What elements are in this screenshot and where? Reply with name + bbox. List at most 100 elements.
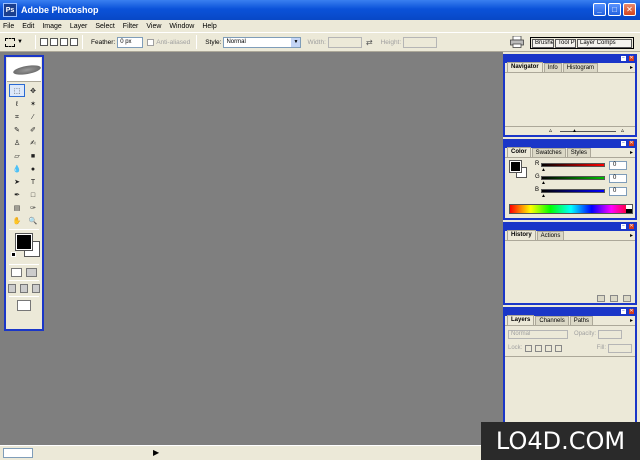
opacity-input[interactable] bbox=[598, 329, 623, 339]
hand-tool[interactable]: ✋ bbox=[9, 214, 25, 227]
full-screen-menu-icon[interactable] bbox=[20, 284, 28, 293]
menu-window[interactable]: Window bbox=[169, 23, 194, 30]
close-button[interactable]: ✕ bbox=[623, 3, 636, 16]
red-channel-slider[interactable] bbox=[541, 163, 605, 167]
notes-tool[interactable]: ▤ bbox=[9, 201, 25, 214]
tab-paths[interactable]: Paths bbox=[569, 316, 594, 325]
height-input[interactable] bbox=[403, 36, 438, 48]
imageready-jump-icon[interactable] bbox=[17, 300, 31, 311]
lock-position-icon[interactable] bbox=[545, 344, 553, 352]
rectangle-shape-tool[interactable]: □ bbox=[25, 188, 41, 201]
menu-image[interactable]: Image bbox=[42, 23, 61, 30]
tab-color[interactable]: Color bbox=[507, 147, 531, 157]
menu-help[interactable]: Help bbox=[202, 23, 216, 30]
tool-preset-picker[interactable]: ▼ bbox=[5, 35, 31, 49]
zoom-slider[interactable] bbox=[560, 131, 616, 132]
blue-channel-slider[interactable] bbox=[541, 189, 605, 193]
maximize-button[interactable]: □ bbox=[608, 3, 621, 16]
close-panel-icon[interactable]: ✕ bbox=[628, 55, 635, 62]
foreground-color-swatch[interactable] bbox=[15, 233, 33, 251]
well-tab-tool-presets[interactable]: Tool P bbox=[555, 38, 576, 48]
tab-actions[interactable]: Actions bbox=[536, 231, 565, 240]
zoom-in-icon[interactable]: ▵ bbox=[621, 127, 624, 134]
add-selection-icon[interactable] bbox=[50, 38, 58, 46]
menu-layer[interactable]: Layer bbox=[70, 23, 88, 30]
color-fg-swatch[interactable] bbox=[509, 160, 522, 173]
blur-tool[interactable]: 💧 bbox=[9, 162, 25, 175]
minimize-panel-icon[interactable]: − bbox=[620, 140, 627, 147]
style-select[interactable]: Normal ▼ bbox=[223, 36, 302, 48]
tab-history[interactable]: History bbox=[507, 230, 536, 240]
red-slider-thumb[interactable]: ▲ bbox=[541, 167, 546, 173]
slice-tool[interactable]: ⁄ bbox=[25, 110, 41, 123]
printer-icon[interactable] bbox=[510, 36, 524, 48]
zoom-level-field[interactable] bbox=[3, 448, 33, 458]
intersect-selection-icon[interactable] bbox=[70, 38, 78, 46]
well-tab-layer-comps[interactable]: Layer Comps bbox=[577, 38, 632, 48]
move-tool[interactable]: ✥ bbox=[25, 84, 41, 97]
lasso-tool[interactable]: ℓ bbox=[9, 97, 25, 110]
new-document-from-state-icon[interactable] bbox=[597, 295, 605, 302]
lock-transparency-icon[interactable] bbox=[525, 344, 533, 352]
close-panel-icon[interactable]: ✕ bbox=[628, 140, 635, 147]
dodge-tool[interactable]: ● bbox=[25, 162, 41, 175]
path-selection-tool[interactable]: ➤ bbox=[9, 175, 25, 188]
full-screen-icon[interactable] bbox=[32, 284, 40, 293]
antialias-checkbox[interactable] bbox=[147, 38, 155, 46]
subtract-selection-icon[interactable] bbox=[60, 38, 68, 46]
red-channel-input[interactable]: 0 bbox=[609, 161, 627, 170]
minimize-button[interactable]: _ bbox=[593, 3, 606, 16]
brush-tool[interactable]: ✐ bbox=[25, 123, 41, 136]
new-selection-icon[interactable] bbox=[40, 38, 48, 46]
trash-icon[interactable] bbox=[623, 295, 631, 302]
color-spectrum-ramp[interactable] bbox=[509, 204, 633, 214]
magic-wand-tool[interactable]: ✶ bbox=[25, 97, 41, 110]
swap-dimensions-icon[interactable]: ⇄ bbox=[366, 38, 373, 47]
tab-swatches[interactable]: Swatches bbox=[531, 148, 566, 157]
menu-filter[interactable]: Filter bbox=[123, 23, 139, 30]
menu-view[interactable]: View bbox=[146, 23, 161, 30]
clone-stamp-tool[interactable]: ♙ bbox=[9, 136, 25, 149]
menu-edit[interactable]: Edit bbox=[22, 23, 34, 30]
workspace-canvas-area[interactable] bbox=[0, 52, 503, 445]
lock-pixels-icon[interactable] bbox=[535, 344, 543, 352]
minimize-panel-icon[interactable]: − bbox=[620, 308, 627, 315]
green-channel-slider[interactable] bbox=[541, 176, 605, 180]
panel-menu-icon[interactable]: ▸ bbox=[630, 232, 633, 239]
panel-menu-icon[interactable]: ▸ bbox=[630, 317, 633, 324]
zoom-tool[interactable]: 🔍 bbox=[25, 214, 41, 227]
photoshop-app-icon[interactable]: Ps bbox=[3, 3, 17, 17]
standard-screen-icon[interactable] bbox=[8, 284, 16, 293]
feather-input[interactable]: 0 px bbox=[117, 36, 144, 48]
eraser-tool[interactable]: ▱ bbox=[9, 149, 25, 162]
type-tool[interactable]: T bbox=[25, 175, 41, 188]
tab-styles[interactable]: Styles bbox=[566, 148, 592, 157]
blend-mode-select[interactable]: Normal bbox=[508, 329, 568, 339]
green-channel-input[interactable]: 0 bbox=[609, 174, 627, 183]
tab-channels[interactable]: Channels bbox=[535, 316, 569, 325]
panel-menu-icon[interactable]: ▸ bbox=[630, 64, 633, 71]
tab-layers[interactable]: Layers bbox=[507, 315, 535, 325]
green-slider-thumb[interactable]: ▲ bbox=[541, 180, 546, 186]
menu-file[interactable]: File bbox=[3, 23, 14, 30]
quick-mask-icon[interactable] bbox=[26, 268, 37, 277]
blue-channel-input[interactable]: 0 bbox=[609, 187, 627, 196]
width-input[interactable] bbox=[327, 36, 362, 48]
gradient-tool[interactable]: ■ bbox=[25, 149, 41, 162]
history-brush-tool[interactable]: ✍ bbox=[25, 136, 41, 149]
minimize-panel-icon[interactable]: − bbox=[620, 55, 627, 62]
menu-select[interactable]: Select bbox=[95, 23, 114, 30]
panel-menu-icon[interactable]: ▸ bbox=[630, 149, 633, 156]
blue-slider-thumb[interactable]: ▲ bbox=[541, 193, 546, 199]
rect-marquee-tool[interactable]: ⬚ bbox=[9, 84, 25, 97]
fill-input[interactable] bbox=[608, 343, 632, 353]
eyedropper-tool[interactable]: ✑ bbox=[25, 201, 41, 214]
new-snapshot-icon[interactable] bbox=[610, 295, 618, 302]
healing-brush-tool[interactable]: ✎ bbox=[9, 123, 25, 136]
close-panel-icon[interactable]: ✕ bbox=[628, 223, 635, 230]
pen-tool[interactable]: ✒ bbox=[9, 188, 25, 201]
default-colors-icon[interactable] bbox=[11, 252, 16, 257]
tab-info[interactable]: Info bbox=[543, 63, 562, 72]
standard-mode-icon[interactable] bbox=[11, 268, 22, 277]
crop-tool[interactable]: ⌗ bbox=[9, 110, 25, 123]
